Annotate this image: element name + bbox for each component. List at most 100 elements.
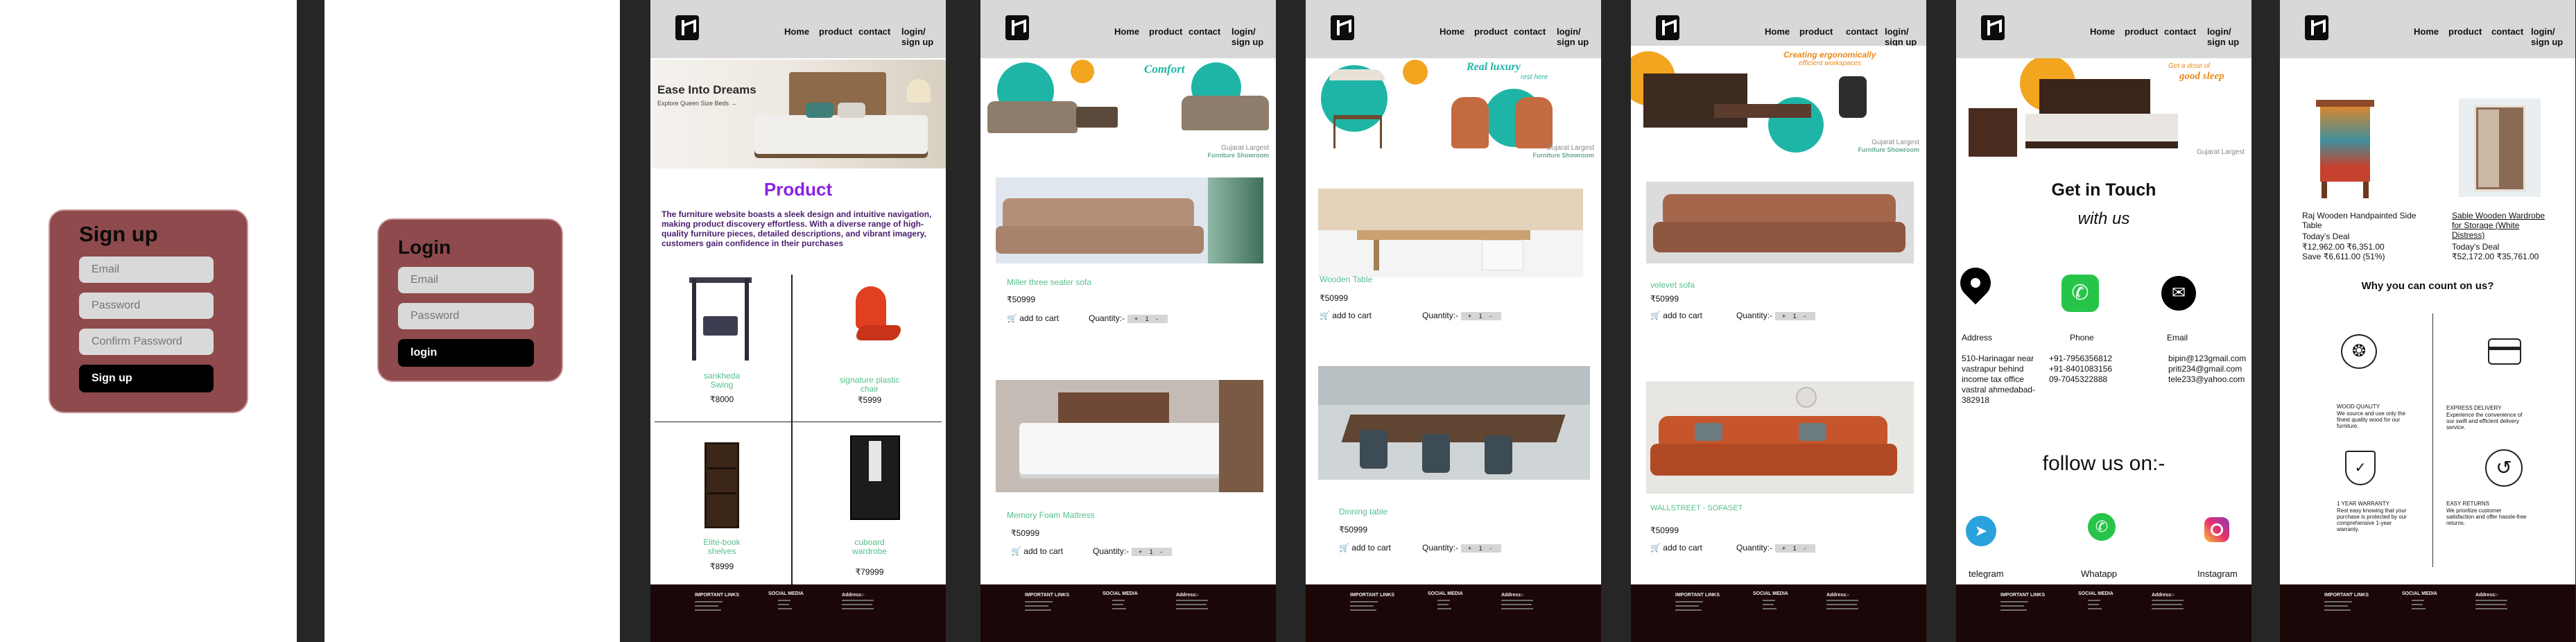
- footer-social-line[interactable]: [778, 600, 790, 601]
- brand-logo-icon[interactable]: [675, 15, 699, 40]
- email-icon[interactable]: ✉: [2161, 276, 2196, 311]
- quantity-controls[interactable]: + 1 -: [1775, 544, 1816, 553]
- footer-link-line[interactable]: [1350, 609, 1376, 611]
- footer-link-line[interactable]: [1675, 605, 1699, 607]
- add-to-cart-button[interactable]: 🛒 add to cart: [1650, 543, 1702, 553]
- footer-social-line[interactable]: [2088, 604, 2099, 605]
- footer-social-line[interactable]: [2412, 604, 2423, 605]
- nav-contact[interactable]: contact: [2164, 26, 2196, 37]
- add-to-cart-button[interactable]: 🛒 add to cart: [1339, 543, 1391, 553]
- email-address[interactable]: tele233@yahoo.com: [2168, 374, 2246, 385]
- velvet-sofa-image[interactable]: [1646, 182, 1914, 263]
- brand-logo-icon[interactable]: [1005, 15, 1029, 40]
- signup-email-input[interactable]: [79, 257, 214, 283]
- nav-home[interactable]: Home: [784, 26, 809, 37]
- footer-link-line[interactable]: [1350, 605, 1374, 607]
- quantity-stepper[interactable]: Quantity:- + 1 -: [1422, 543, 1502, 553]
- product-name[interactable]: velevet sofa: [1650, 280, 1695, 290]
- swing-image[interactable]: [684, 276, 757, 363]
- add-to-cart-button[interactable]: 🛒 add to cart: [1007, 313, 1059, 323]
- email-address[interactable]: bipin@123gmail.com: [2168, 354, 2246, 364]
- product-name[interactable]: signature plastic chair: [793, 376, 946, 394]
- product-name[interactable]: Elite-book shelves: [650, 538, 793, 556]
- nav-contact[interactable]: contact: [1846, 26, 1878, 37]
- footer-social-line[interactable]: [1763, 608, 1777, 609]
- add-to-cart-button[interactable]: 🛒 add to cart: [1011, 546, 1063, 556]
- nav-product[interactable]: product: [1149, 26, 1182, 37]
- login-password-input[interactable]: [398, 303, 534, 329]
- footer-social-line[interactable]: [1112, 604, 1123, 605]
- quantity-controls[interactable]: + 1 -: [1127, 314, 1168, 323]
- sofaset-image[interactable]: [1646, 381, 1914, 494]
- footer-link-line[interactable]: [2324, 605, 2348, 607]
- product-name[interactable]: Dinning table: [1339, 507, 1388, 517]
- footer-link-line[interactable]: [2324, 601, 2352, 602]
- login-button[interactable]: login: [398, 339, 534, 367]
- telegram-icon[interactable]: ➤: [1966, 516, 1996, 546]
- location-pin-icon[interactable]: [1956, 261, 1998, 309]
- phone-number[interactable]: 09-7045322888: [2049, 374, 2112, 385]
- nav-product[interactable]: product: [2448, 26, 2482, 37]
- instagram-label[interactable]: Instagram: [2197, 569, 2238, 579]
- brand-logo-icon[interactable]: [1656, 15, 1679, 40]
- footer-social-line[interactable]: [1437, 608, 1451, 609]
- signup-confirm-password-input[interactable]: [79, 329, 214, 355]
- nav-login[interactable]: login/sign up: [1231, 26, 1263, 47]
- footer-link-line[interactable]: [1025, 605, 1048, 607]
- product-name[interactable]: Wooden Table: [1320, 275, 1372, 284]
- quantity-stepper[interactable]: Quantity:- + 1 -: [1422, 311, 1502, 320]
- quantity-stepper[interactable]: Quantity:- + 1 -: [1736, 311, 1816, 320]
- wardrobe-image[interactable]: [847, 435, 903, 521]
- nav-home[interactable]: Home: [1440, 26, 1464, 37]
- whatsapp-label[interactable]: Whatapp: [2081, 569, 2117, 579]
- footer-link-line[interactable]: [1025, 609, 1051, 611]
- nav-login[interactable]: login/sign up: [1885, 26, 1917, 47]
- quantity-stepper[interactable]: Quantity:- + 1 -: [1089, 313, 1168, 323]
- footer-link-line[interactable]: [1025, 601, 1053, 602]
- footer-social-line[interactable]: [2088, 600, 2100, 601]
- footer-social-line[interactable]: [1763, 604, 1774, 605]
- footer-social-line[interactable]: [778, 608, 792, 609]
- add-to-cart-button[interactable]: 🛒 add to cart: [1650, 311, 1702, 320]
- instagram-icon[interactable]: [2204, 517, 2229, 542]
- dining-table-image[interactable]: [1318, 366, 1590, 480]
- brand-logo-icon[interactable]: [2305, 15, 2328, 40]
- footer-social-line[interactable]: [1112, 600, 1125, 601]
- sofa-image[interactable]: [996, 177, 1263, 263]
- whatsapp-icon[interactable]: ✆: [2088, 513, 2116, 541]
- quantity-stepper[interactable]: Quantity:- + 1 -: [1093, 546, 1173, 556]
- email-address[interactable]: priti234@gmail.com: [2168, 364, 2246, 374]
- mattress-image[interactable]: [996, 380, 1263, 492]
- product-name[interactable]: WALLSTREET - SOFASET: [1650, 504, 1743, 512]
- footer-link-line[interactable]: [1350, 601, 1378, 602]
- product-name[interactable]: Memory Foam Mattress: [1007, 510, 1095, 520]
- nav-contact[interactable]: contact: [1188, 26, 1220, 37]
- footer-link-line[interactable]: [2324, 609, 2351, 611]
- wardrobe-image[interactable]: [2459, 98, 2541, 197]
- item2-title[interactable]: Sable Wooden Wardrobe for Storage (White D…: [2452, 211, 2545, 240]
- nav-login[interactable]: login/sign up: [2207, 26, 2239, 47]
- quantity-controls[interactable]: + 1 -: [1461, 544, 1502, 553]
- phone-number[interactable]: +91-8401083156: [2049, 364, 2112, 374]
- hero-subtitle[interactable]: Explore Queen Size Beds →: [657, 100, 737, 107]
- footer-link-line[interactable]: [695, 609, 721, 611]
- nav-login[interactable]: login/sign up: [1557, 26, 1589, 47]
- side-table-image[interactable]: [2313, 97, 2377, 200]
- signup-password-input[interactable]: [79, 293, 214, 319]
- footer-social-line[interactable]: [1112, 608, 1126, 609]
- footer-link-line[interactable]: [1675, 609, 1702, 611]
- chair-image[interactable]: [836, 281, 913, 364]
- footer-social-line[interactable]: [1437, 600, 1450, 601]
- item1-title[interactable]: Raj Wooden Handpainted Side Table: [2302, 211, 2417, 230]
- add-to-cart-button[interactable]: 🛒 add to cart: [1320, 311, 1372, 320]
- quantity-stepper[interactable]: Quantity:- + 1 -: [1736, 543, 1816, 553]
- nav-product[interactable]: product: [1474, 26, 1507, 37]
- nav-contact[interactable]: contact: [2491, 26, 2523, 37]
- product-name[interactable]: Miller three seater sofa: [1007, 277, 1091, 287]
- footer-social-line[interactable]: [2088, 608, 2102, 609]
- wooden-table-image[interactable]: [1318, 189, 1583, 277]
- nav-product[interactable]: product: [1799, 26, 1833, 37]
- nav-product[interactable]: product: [819, 26, 852, 37]
- nav-home[interactable]: Home: [2090, 26, 2115, 37]
- footer-link-line[interactable]: [695, 601, 723, 602]
